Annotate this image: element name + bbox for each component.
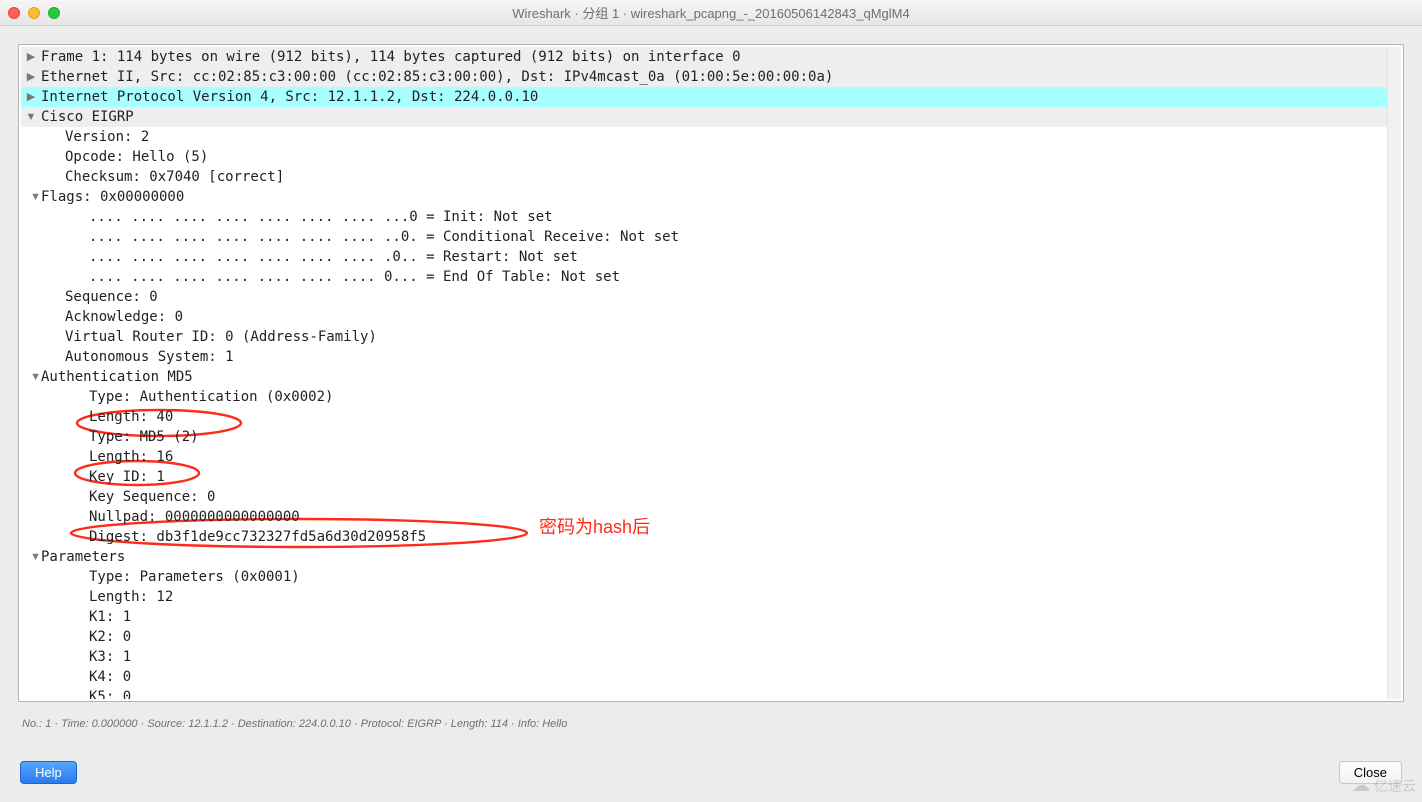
auth-length-16[interactable]: Length: 16 — [21, 447, 1401, 467]
flag-restart[interactable]: .... .... .... .... .... .... .... .0.. … — [21, 247, 1401, 267]
cloud-icon: ☁ — [1352, 775, 1370, 796]
flag-conditional-receive[interactable]: .... .... .... .... .... .... .... ..0. … — [21, 227, 1401, 247]
close-window-icon[interactable] — [8, 7, 20, 19]
params-k4[interactable]: K4: 0 — [21, 667, 1401, 687]
params-k3[interactable]: K3: 1 — [21, 647, 1401, 667]
params-k5[interactable]: K5: 0 — [21, 687, 1401, 699]
chevron-down-icon[interactable]: ▼ — [21, 547, 41, 567]
watermark-text: 亿速云 — [1374, 776, 1416, 796]
auth-type-md5[interactable]: Type: MD5 (2) — [21, 427, 1401, 447]
window-controls — [8, 7, 60, 19]
packet-details-panel: ▶ Frame 1: 114 bytes on wire (912 bits),… — [18, 44, 1404, 702]
flag-end-of-table[interactable]: .... .... .... .... .... .... .... 0... … — [21, 267, 1401, 287]
eigrp-vrid[interactable]: Virtual Router ID: 0 (Address-Family) — [21, 327, 1401, 347]
chevron-right-icon[interactable]: ▶ — [21, 87, 41, 107]
eigrp-checksum[interactable]: Checksum: 0x7040 [correct] — [21, 167, 1401, 187]
dialog-footer: Help Close — [20, 761, 1402, 784]
params-type[interactable]: Type: Parameters (0x0001) — [21, 567, 1401, 587]
help-button[interactable]: Help — [20, 761, 77, 784]
eigrp-as[interactable]: Autonomous System: 1 — [21, 347, 1401, 367]
auth-key-id[interactable]: Key ID: 1 — [21, 467, 1401, 487]
eigrp-acknowledge[interactable]: Acknowledge: 0 — [21, 307, 1401, 327]
auth-md5-row[interactable]: ▼ Authentication MD5 — [21, 367, 1401, 387]
auth-digest[interactable]: Digest: db3f1de9cc732327fd5a6d30d20958f5 — [21, 527, 1401, 547]
ip-summary: Internet Protocol Version 4, Src: 12.1.1… — [41, 87, 538, 107]
protocol-tree[interactable]: ▶ Frame 1: 114 bytes on wire (912 bits),… — [21, 47, 1401, 699]
flag-init[interactable]: .... .... .... .... .... .... .... ...0 … — [21, 207, 1401, 227]
zoom-window-icon[interactable] — [48, 7, 60, 19]
ethernet-row[interactable]: ▶ Ethernet II, Src: cc:02:85:c3:00:00 (c… — [21, 67, 1401, 87]
chevron-down-icon[interactable]: ▼ — [21, 107, 41, 127]
parameters-row[interactable]: ▼ Parameters — [21, 547, 1401, 567]
params-k2[interactable]: K2: 0 — [21, 627, 1401, 647]
chevron-right-icon[interactable]: ▶ — [21, 47, 41, 67]
status-line: No.: 1 · Time: 0.000000 · Source: 12.1.1… — [22, 718, 1400, 730]
auth-key-sequence[interactable]: Key Sequence: 0 — [21, 487, 1401, 507]
content-area: ▶ Frame 1: 114 bytes on wire (912 bits),… — [0, 26, 1422, 802]
auth-type[interactable]: Type: Authentication (0x0002) — [21, 387, 1401, 407]
titlebar: Wireshark · 分组 1 · wireshark_pcapng_-_20… — [0, 0, 1422, 26]
eigrp-row[interactable]: ▼ Cisco EIGRP — [21, 107, 1401, 127]
params-length[interactable]: Length: 12 — [21, 587, 1401, 607]
params-k1[interactable]: K1: 1 — [21, 607, 1401, 627]
window-title: Wireshark · 分组 1 · wireshark_pcapng_-_20… — [0, 3, 1422, 22]
chevron-down-icon[interactable]: ▼ — [21, 367, 41, 387]
frame-summary: Frame 1: 114 bytes on wire (912 bits), 1… — [41, 47, 741, 67]
eigrp-opcode[interactable]: Opcode: Hello (5) — [21, 147, 1401, 167]
frame-row[interactable]: ▶ Frame 1: 114 bytes on wire (912 bits),… — [21, 47, 1401, 67]
ethernet-summary: Ethernet II, Src: cc:02:85:c3:00:00 (cc:… — [41, 67, 833, 87]
scrollbar[interactable] — [1387, 47, 1401, 699]
eigrp-summary: Cisco EIGRP — [41, 107, 134, 127]
chevron-right-icon[interactable]: ▶ — [21, 67, 41, 87]
auth-length-40[interactable]: Length: 40 — [21, 407, 1401, 427]
watermark: ☁ 亿速云 — [1352, 775, 1416, 796]
minimize-window-icon[interactable] — [28, 7, 40, 19]
chevron-down-icon[interactable]: ▼ — [21, 187, 41, 207]
eigrp-version[interactable]: Version: 2 — [21, 127, 1401, 147]
eigrp-sequence[interactable]: Sequence: 0 — [21, 287, 1401, 307]
annotation-text: 密码为hash后 — [539, 513, 650, 539]
auth-nullpad[interactable]: Nullpad: 0000000000000000 — [21, 507, 1401, 527]
ip-row[interactable]: ▶ Internet Protocol Version 4, Src: 12.1… — [21, 87, 1401, 107]
eigrp-flags[interactable]: ▼ Flags: 0x00000000 — [21, 187, 1401, 207]
